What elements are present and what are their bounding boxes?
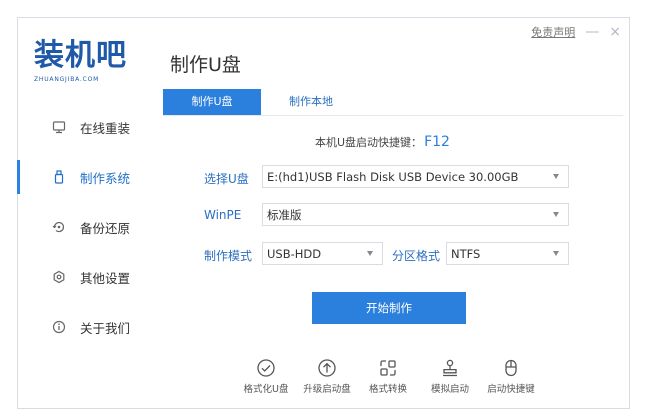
usb-select-label: 选择U盘 [204,172,249,186]
shortcut-hint: 本机U盘启动快捷键： F12 [315,134,450,150]
sidebar-item-backup-restore[interactable]: 备份还原 [18,202,153,252]
check-circle-icon [257,359,275,377]
tab-bar: 制作U盘 制作本地 [163,89,623,116]
convert-icon [380,360,396,376]
partition-select[interactable]: NTFS [446,242,569,265]
tool-label: 启动快捷键 [487,384,535,395]
monitor-icon [52,120,66,134]
disclaimer-link[interactable]: 免责声明 [531,24,575,40]
tool-simulate-boot[interactable]: 模拟启动 [420,358,480,395]
usb-icon [52,170,66,184]
window-controls: 免责声明 — × [531,24,621,40]
partition-select-value: NTFS [451,246,481,261]
sidebar-item-label: 备份还原 [80,220,131,236]
usb-select[interactable]: E:(hd1)USB Flash Disk USB Device 30.00GB [262,165,569,188]
tool-label: 格式化U盘 [243,384,289,395]
winpe-select-value: 标准版 [267,207,302,222]
chevron-down-icon [553,174,559,179]
shortcut-hint-text: 本机U盘启动快捷键： [315,136,423,149]
gear-icon [52,270,66,284]
app-window: 装机吧 ZHUANGJIBA.COM 制作U盘 免责声明 — × 在线重装 制作… [17,17,630,409]
sidebar-item-label: 制作系统 [80,170,131,186]
winpe-select-label: WinPE [204,208,242,222]
minimize-button[interactable]: — [585,25,599,39]
info-icon [52,320,66,334]
tool-format-usb[interactable]: 格式化U盘 [236,358,296,395]
sidebar-item-about-us[interactable]: 关于我们 [18,302,153,352]
chevron-down-icon [553,212,559,217]
app-logo: 装机吧 ZHUANGJIBA.COM [34,30,152,88]
close-button[interactable]: × [609,25,621,39]
backup-icon [52,220,66,234]
sidebar: 在线重装 制作系统 备份还原 其他设置 关于我们 [17,102,153,352]
winpe-select[interactable]: 标准版 [262,203,569,226]
mode-select-label: 制作模式 [204,249,253,263]
shortcut-key: F12 [424,134,450,150]
sidebar-item-other-settings[interactable]: 其他设置 [18,252,153,302]
usb-select-value: E:(hd1)USB Flash Disk USB Device 30.00GB [267,169,519,184]
upload-circle-icon [318,359,336,377]
tool-label: 升级启动盘 [303,384,351,395]
sidebar-item-label: 关于我们 [80,320,131,336]
sidebar-item-label: 其他设置 [80,270,131,286]
partition-select-label: 分区格式 [392,249,441,263]
mode-select[interactable]: USB-HDD [262,242,383,265]
start-make-button[interactable]: 开始制作 [312,292,466,324]
tool-boot-shortcut[interactable]: 启动快捷键 [481,358,541,395]
simulate-icon [443,359,457,377]
tab-make-local[interactable]: 制作本地 [261,89,361,115]
sidebar-item-label: 在线重装 [80,120,131,136]
page-title: 制作U盘 [170,54,241,76]
logo-subtext: ZHUANGJIBA.COM [34,76,100,83]
chevron-down-icon [553,251,559,256]
tool-upgrade-bootdisk[interactable]: 升级启动盘 [297,358,357,395]
sidebar-item-online-reinstall[interactable]: 在线重装 [18,102,153,152]
mode-select-value: USB-HDD [267,246,322,261]
tool-label: 格式转换 [368,384,407,395]
tool-format-convert[interactable]: 格式转换 [358,358,418,395]
logo-text: 装机吧 [34,38,127,73]
chevron-down-icon [367,251,373,256]
mouse-icon [505,359,517,377]
sidebar-item-make-system[interactable]: 制作系统 [17,152,153,202]
tab-make-usb[interactable]: 制作U盘 [163,89,261,115]
tool-label: 模拟启动 [430,384,469,395]
